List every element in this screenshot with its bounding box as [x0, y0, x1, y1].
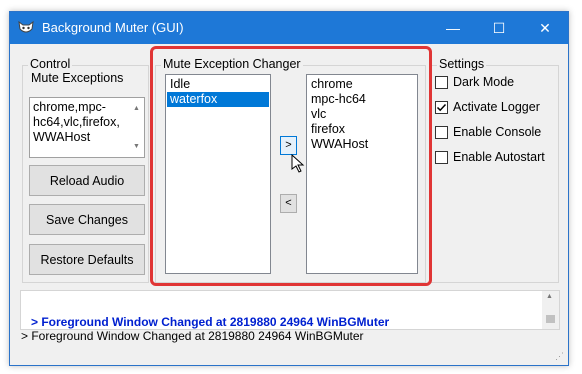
- scroll-up-arrow-icon[interactable]: ▲: [133, 101, 140, 116]
- log-scrollbar[interactable]: ▲: [542, 291, 559, 329]
- app-icon: [18, 21, 34, 33]
- control-group-title: Control: [28, 57, 73, 71]
- enable-console-checkbox[interactable]: [435, 126, 448, 139]
- save-changes-button[interactable]: Save Changes: [29, 204, 145, 235]
- enable-console-label[interactable]: Enable Console: [453, 125, 541, 139]
- app-window: Background Muter (GUI) — ☐ ✕ Control Mut…: [9, 11, 569, 366]
- activate-logger-label[interactable]: Activate Logger: [453, 100, 540, 114]
- log-panel[interactable]: > Foreground Window Changed at 2819880 2…: [20, 290, 560, 330]
- status-bar-text: > Foreground Window Changed at 2819880 2…: [21, 329, 364, 343]
- scroll-down-arrow-icon[interactable]: ▼: [133, 139, 140, 154]
- mute-exceptions-textbox[interactable]: chrome,mpc-hc64,vlc,firefox,WWAHost ▲ ▼: [29, 97, 145, 158]
- scroll-thumb[interactable]: [546, 315, 555, 323]
- window-title: Background Muter (GUI): [42, 20, 184, 35]
- log-line: > Foreground Window Changed at 2819880 2…: [31, 315, 390, 329]
- mouse-pointer-icon: [291, 154, 305, 173]
- resize-grip-icon[interactable]: ⋰: [555, 351, 564, 362]
- dark-mode-checkbox[interactable]: [435, 76, 448, 89]
- activate-logger-checkbox[interactable]: [435, 101, 448, 114]
- settings-group-title: Settings: [437, 57, 487, 71]
- title-bar[interactable]: Background Muter (GUI) — ☐ ✕: [10, 12, 568, 44]
- mute-exceptions-value: chrome,mpc-hc64,vlc,firefox,WWAHost: [33, 100, 120, 144]
- reload-audio-button[interactable]: Reload Audio: [29, 165, 145, 196]
- checkmark-icon: [436, 103, 447, 112]
- scroll-up-arrow-icon[interactable]: ▲: [546, 293, 553, 300]
- dark-mode-label[interactable]: Dark Mode: [453, 75, 514, 89]
- minimize-button[interactable]: —: [430, 12, 476, 44]
- close-button[interactable]: ✕: [522, 12, 568, 44]
- textbox-scrollbar[interactable]: ▲ ▼: [131, 99, 143, 156]
- settings-group: Settings: [431, 57, 559, 283]
- restore-defaults-button[interactable]: Restore Defaults: [29, 244, 145, 275]
- enable-autostart-label[interactable]: Enable Autostart: [453, 150, 545, 164]
- mute-exceptions-label: Mute Exceptions: [31, 71, 124, 85]
- enable-autostart-checkbox[interactable]: [435, 151, 448, 164]
- maximize-button[interactable]: ☐: [476, 12, 522, 44]
